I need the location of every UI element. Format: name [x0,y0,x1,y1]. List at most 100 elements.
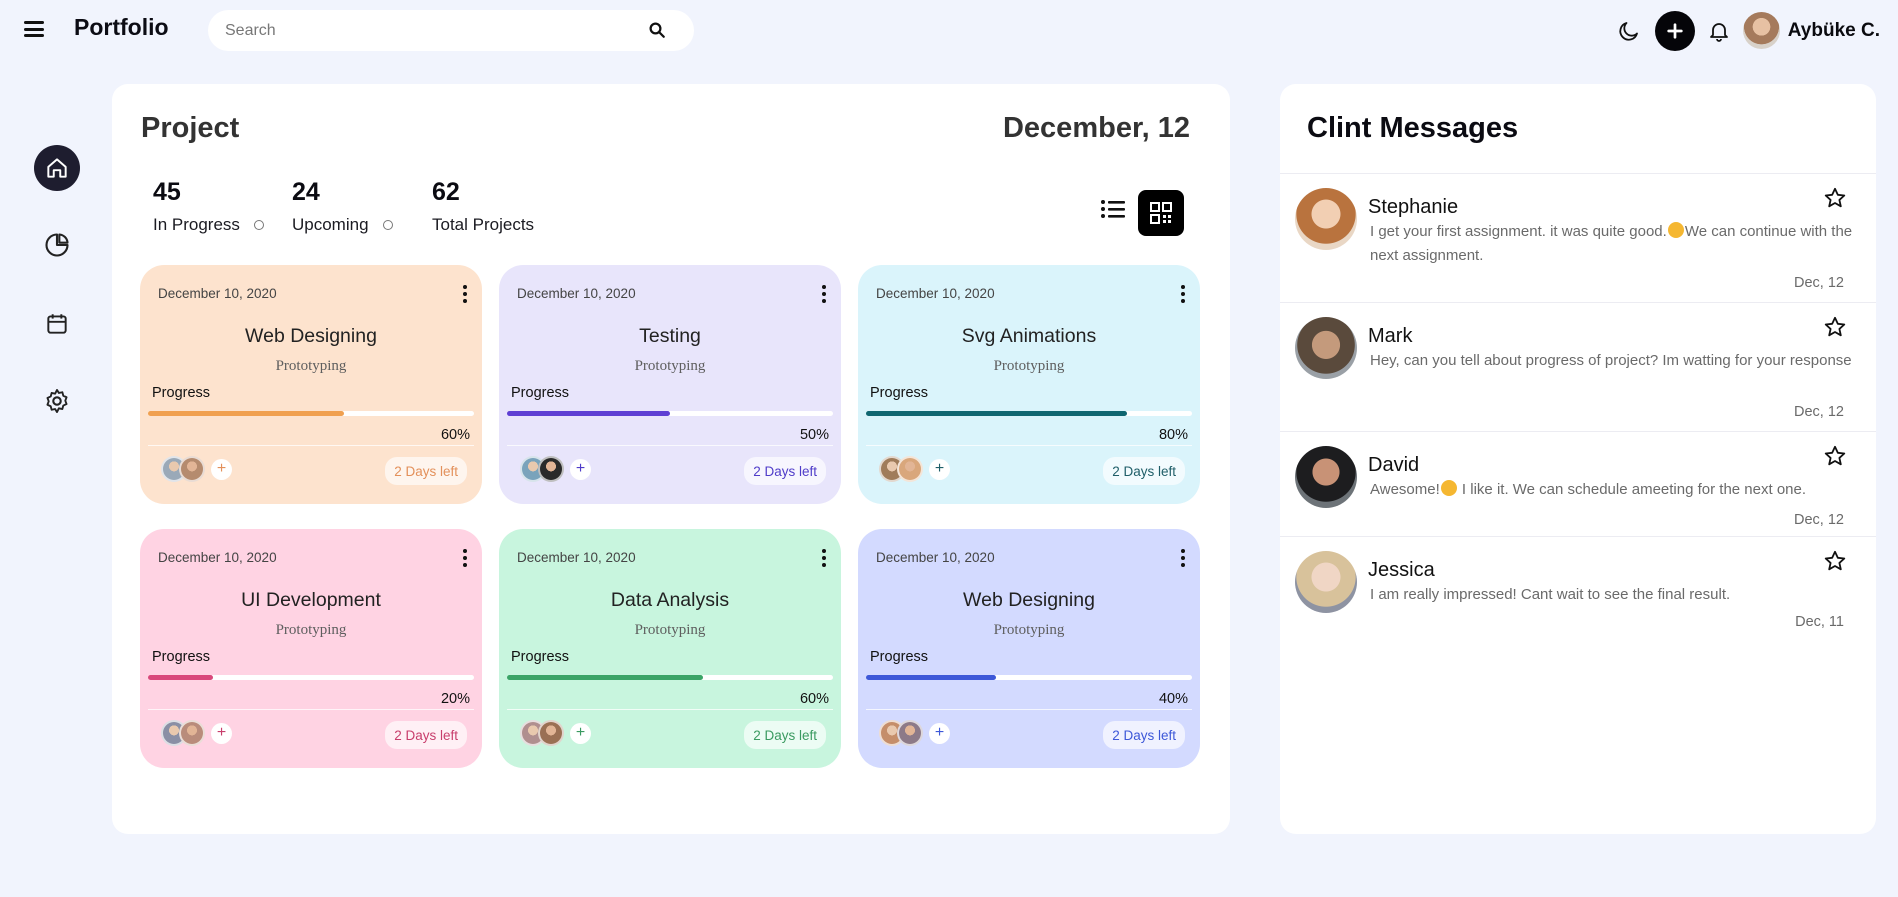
card-date: December 10, 2020 [876,550,995,565]
kebab-icon[interactable] [1180,285,1186,303]
calendar-icon [47,314,67,334]
nav-home[interactable] [34,145,80,191]
search-input[interactable] [225,20,625,41]
message-text: I get your first assignment. it was quit… [1370,220,1870,268]
sender-name: Mark [1368,325,1413,347]
user-name[interactable]: Aybüke C. [1788,20,1880,42]
nav-settings[interactable] [34,378,80,424]
message-time: Dec, 11 [1795,614,1844,630]
card-subtitle: Prototyping [993,622,1065,638]
message-avatar[interactable] [1295,188,1357,250]
bell-icon[interactable] [1707,19,1731,43]
progress-percent: 60% [799,691,829,707]
project-card[interactable]: December 10, 2020 UI Development Prototy… [140,529,482,768]
pie-chart-icon [45,233,69,257]
message-text: I am really impressed! Cant wait to see … [1370,583,1870,607]
avatar[interactable] [179,720,205,746]
project-card[interactable]: December 10, 2020 Web Designing Prototyp… [858,529,1200,768]
progress-label: Progress [152,385,211,401]
grid-view-button[interactable] [1138,190,1184,236]
dot-icon [253,220,264,230]
add-member-icon[interactable]: + [211,722,232,744]
message-item[interactable]: Mark Hey, can you tell about progress of… [1280,302,1876,431]
add-button[interactable] [1654,10,1695,51]
team-avatars: + [520,456,591,482]
list-view-icon[interactable] [1100,197,1126,221]
avatar[interactable] [538,720,564,746]
project-card[interactable]: December 10, 2020 Data Analysis Prototyp… [499,529,841,768]
progress-track [507,675,833,680]
days-left-badge: 2 Days left [744,457,826,485]
card-divider [148,709,474,710]
avatar[interactable] [897,456,923,482]
user-avatar[interactable] [1742,12,1780,49]
message-avatar[interactable] [1295,551,1357,613]
avatar[interactable] [179,456,205,482]
message-text-part: Hey, can you tell about progress of proj… [1370,352,1852,369]
card-title: Web Designing [245,325,377,347]
add-member-icon[interactable]: + [211,458,232,480]
stat-label: In Progress [153,215,240,234]
progress-track [148,675,474,680]
nav-stats[interactable] [34,222,80,268]
card-date: December 10, 2020 [158,550,277,565]
avatar[interactable] [538,456,564,482]
days-left-badge: 2 Days left [385,457,467,485]
project-card[interactable]: December 10, 2020 Svg Animations Prototy… [858,265,1200,504]
message-avatar[interactable] [1295,317,1357,379]
dot-icon [382,220,393,230]
add-member-icon[interactable]: + [929,722,950,744]
progress-track [507,411,833,416]
card-title: UI Development [241,589,381,611]
card-date: December 10, 2020 [158,286,277,301]
emoji-icon [1667,222,1684,238]
card-divider [507,445,833,446]
progress-track [866,675,1192,680]
search-icon[interactable] [648,21,666,39]
star-icon[interactable] [1823,444,1847,468]
card-date: December 10, 2020 [876,286,995,301]
stat-value: 24 [292,178,320,206]
message-text: Hey, can you tell about progress of proj… [1370,349,1870,373]
card-divider [148,445,474,446]
add-member-icon[interactable]: + [570,722,591,744]
project-card[interactable]: December 10, 2020 Web Designing Prototyp… [140,265,482,504]
message-item[interactable]: Stephanie I get your first assignment. i… [1280,173,1876,302]
star-icon[interactable] [1823,315,1847,339]
message-avatar[interactable] [1295,446,1357,508]
progress-fill [866,675,997,680]
avatar[interactable] [897,720,923,746]
message-item[interactable]: David Awesome! I like it. We can schedul… [1280,431,1876,536]
progress-percent: 80% [1158,427,1188,443]
stat-total-projects: 62 Total Projects [432,178,534,235]
days-left-badge: 2 Days left [1103,457,1185,485]
home-icon [47,158,67,178]
emoji-icon [1440,480,1457,496]
add-member-icon[interactable]: + [570,458,591,480]
stat-value: 62 [432,178,460,206]
moon-icon[interactable] [1617,19,1641,43]
message-text-part: I am really impressed! Cant wait to see … [1370,586,1731,603]
add-member-icon[interactable]: + [929,458,950,480]
card-divider [866,445,1192,446]
project-card[interactable]: December 10, 2020 Testing Prototyping Pr… [499,265,841,504]
kebab-icon[interactable] [462,549,468,567]
message-text: Awesome! I like it. We can schedule amee… [1370,478,1870,502]
nav-calendar[interactable] [34,301,80,347]
team-avatars: + [520,720,591,746]
kebab-icon[interactable] [821,549,827,567]
progress-label: Progress [870,649,929,665]
star-icon[interactable] [1823,549,1847,573]
project-title: Project [141,112,240,144]
project-date: December, 12 [1002,112,1190,144]
star-icon[interactable] [1823,186,1847,210]
card-date: December 10, 2020 [517,286,636,301]
plus-icon [1667,22,1683,39]
progress-percent: 60% [440,427,470,443]
message-item[interactable]: Jessica I am really impressed! Cant wait… [1280,536,1876,646]
menu-icon[interactable] [24,21,44,37]
kebab-icon[interactable] [1180,549,1186,567]
kebab-icon[interactable] [821,285,827,303]
card-divider [507,709,833,710]
kebab-icon[interactable] [462,285,468,303]
